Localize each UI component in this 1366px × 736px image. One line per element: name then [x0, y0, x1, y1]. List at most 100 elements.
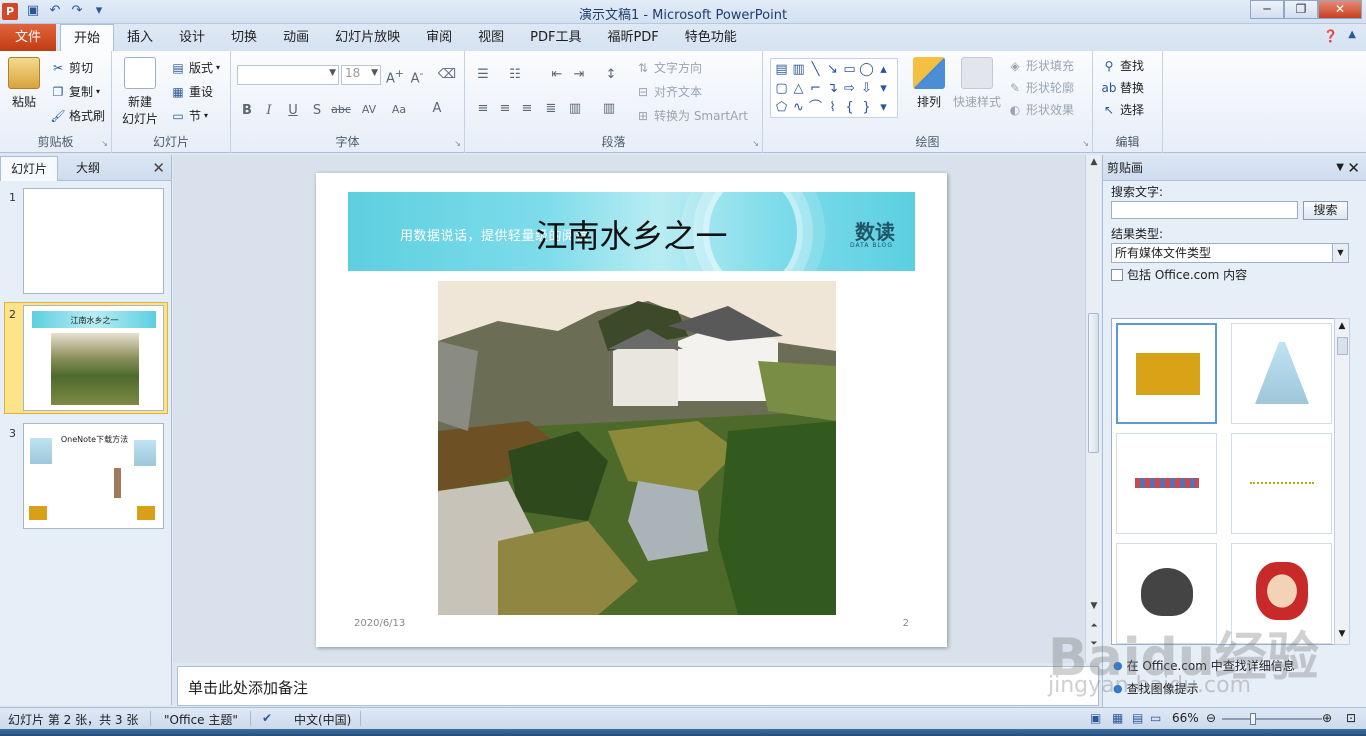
slide-thumbnail-3[interactable]: OneNote下载方法: [23, 423, 164, 529]
include-office-checkbox[interactable]: 包括 Office.com 内容: [1111, 266, 1247, 283]
rounded-rect-icon[interactable]: ▢: [773, 79, 790, 98]
shapes-gallery[interactable]: ▤ ▥ ╲ ↘ ▭ ◯ ▴ ▢ △ ⌐ ↴ ⇨ ⇩ ▾ ⬠ ∿ ⌒ ⌇{} ▾: [770, 58, 898, 118]
gallery-down-icon[interactable]: ▾: [875, 79, 892, 98]
new-slide-button[interactable]: 新建 幻灯片: [118, 57, 162, 127]
text-direction-button[interactable]: ⇅ 文字方向: [635, 59, 702, 76]
village-painting-image[interactable]: [438, 281, 836, 615]
columns-icon[interactable]: ▥: [599, 101, 619, 116]
increase-indent-icon[interactable]: ⇥: [569, 67, 589, 82]
clear-format-icon[interactable]: ⌫: [437, 67, 457, 82]
gallery-up-icon[interactable]: ▴: [875, 60, 892, 79]
tab-review[interactable]: 审阅: [413, 24, 465, 51]
slide-thumbnail-1[interactable]: [23, 188, 164, 294]
vertical-textbox-icon[interactable]: ▥: [790, 60, 807, 79]
align-text-button[interactable]: ⊟ 对齐文本: [635, 83, 702, 100]
tab-design[interactable]: 设计: [166, 24, 218, 51]
tab-transitions[interactable]: 切换: [218, 24, 270, 51]
align-right-icon[interactable]: ≡: [517, 101, 537, 116]
zoom-out-icon[interactable]: ⊖: [1206, 711, 1216, 725]
textbox-shape-icon[interactable]: ▤: [773, 60, 790, 79]
shape-effects-button[interactable]: ◐ 形状效果: [1007, 101, 1074, 118]
dialog-launcher-icon[interactable]: ↘: [101, 139, 108, 148]
section-button[interactable]: ▭ 节 ▾: [170, 107, 208, 124]
notes-pane[interactable]: 单击此处添加备注: [177, 666, 1099, 706]
theme-status[interactable]: "Office 主题": [164, 711, 238, 728]
tab-view[interactable]: 视图: [465, 24, 517, 51]
char-spacing-icon[interactable]: AV: [359, 103, 379, 116]
gallery-more-icon[interactable]: ▾: [875, 98, 892, 117]
scroll-down-icon[interactable]: ▼: [1335, 629, 1349, 639]
decrease-indent-icon[interactable]: ⇤: [547, 67, 567, 82]
right-arrow-shape-icon[interactable]: ⇨: [841, 79, 858, 98]
slide-thumbnail-2[interactable]: 江南水乡之一: [23, 305, 164, 411]
pane-options-icon[interactable]: ▼: [1336, 155, 1344, 181]
zoom-slider[interactable]: [1222, 713, 1322, 725]
dialog-launcher-icon[interactable]: ↘: [752, 139, 759, 148]
down-arrow-shape-icon[interactable]: ⇩: [858, 79, 875, 98]
convert-smartart-button[interactable]: ⊞ 转换为 SmartArt: [635, 107, 748, 124]
brace-right-icon[interactable]: }: [858, 98, 875, 117]
clip-item-santa[interactable]: [1231, 543, 1332, 644]
language-status[interactable]: 中文(中国): [294, 711, 351, 728]
distribute-icon[interactable]: ▥: [565, 101, 585, 116]
cut-button[interactable]: ✂ 剪切: [50, 59, 93, 76]
clip-item-taxi[interactable]: [1116, 323, 1217, 424]
elbow-arrow-icon[interactable]: ↴: [824, 79, 841, 98]
layout-button[interactable]: ▤ 版式 ▾: [170, 59, 220, 76]
select-button[interactable]: ↖ 选择: [1101, 101, 1144, 118]
triangle-shape-icon[interactable]: △: [790, 79, 807, 98]
help-icon[interactable]: ❓: [1323, 29, 1338, 43]
close-icon[interactable]: ✕: [152, 159, 165, 177]
find-button[interactable]: ⚲ 查找: [1101, 57, 1144, 74]
justify-icon[interactable]: ≣: [541, 101, 561, 116]
tab-home[interactable]: 开始: [60, 24, 115, 52]
slide-canvas[interactable]: 用数据说话，提供轻量级的阅读 数读 DATA BLOG 江南水乡之一 2020/…: [316, 173, 947, 647]
close-icon[interactable]: ✕: [1347, 155, 1360, 181]
bold-icon[interactable]: B: [237, 103, 257, 118]
slideshow-view-icon[interactable]: ▭: [1150, 711, 1161, 725]
slide-sorter-icon[interactable]: ▦: [1112, 711, 1123, 725]
fit-slide-icon[interactable]: ⊡: [1346, 711, 1356, 725]
scrollbar-thumb[interactable]: [1088, 313, 1099, 453]
minimize-button[interactable]: ─: [1250, 0, 1284, 19]
scrollbar-thumb[interactable]: [1337, 337, 1348, 355]
tab-pdf-tools[interactable]: PDF工具: [517, 24, 594, 51]
office-link[interactable]: ● 在 Office.com 中查找详细信息: [1113, 657, 1295, 674]
strikethrough-icon[interactable]: abc: [331, 103, 351, 116]
tab-file[interactable]: 文件: [0, 24, 56, 51]
scroll-up-icon[interactable]: ▲: [1086, 157, 1102, 167]
align-left-icon[interactable]: ≡: [473, 101, 493, 116]
shape-fill-button[interactable]: ◈ 形状填充: [1007, 57, 1074, 74]
pentagon-shape-icon[interactable]: ⬠: [773, 98, 790, 117]
clip-item-border-pattern[interactable]: [1116, 433, 1217, 534]
results-scrollbar[interactable]: ▲ ▼: [1334, 318, 1350, 645]
tab-insert[interactable]: 插入: [114, 24, 166, 51]
tab-features[interactable]: 特色功能: [672, 24, 750, 51]
line-spacing-icon[interactable]: ↕: [601, 67, 621, 82]
clip-item-football-helmet[interactable]: [1116, 543, 1217, 644]
font-size-select[interactable]: 18 ▼: [341, 65, 381, 85]
bullets-icon[interactable]: ☰: [473, 67, 493, 82]
reset-button[interactable]: ▦ 重设: [170, 83, 213, 100]
search-button[interactable]: 搜索: [1303, 201, 1348, 220]
scroll-down-icon[interactable]: ▼: [1086, 601, 1102, 611]
normal-view-icon[interactable]: ▣: [1090, 711, 1101, 725]
image-tips-link[interactable]: ● 查找图像提示: [1113, 680, 1199, 697]
zoom-slider-knob[interactable]: [1250, 713, 1256, 725]
numbering-icon[interactable]: ☷: [505, 67, 525, 82]
oval-shape-icon[interactable]: ◯: [858, 60, 875, 79]
line-shape-icon[interactable]: ╲: [807, 60, 824, 79]
shadow-icon[interactable]: S: [307, 103, 327, 118]
replace-button[interactable]: ab 替换: [1101, 79, 1145, 96]
close-button[interactable]: ✕: [1318, 0, 1362, 19]
tab-slides[interactable]: 幻灯片: [0, 156, 59, 181]
arrange-button[interactable]: 排列: [909, 57, 949, 110]
maximize-button[interactable]: ❐: [1284, 0, 1318, 19]
search-input[interactable]: [1111, 201, 1298, 219]
copy-button[interactable]: ❐ 复制 ▾: [50, 83, 100, 100]
dialog-launcher-icon[interactable]: ↘: [454, 139, 461, 148]
arc-shape-icon[interactable]: ⌒: [807, 98, 824, 117]
reading-view-icon[interactable]: ▤: [1132, 711, 1143, 725]
dialog-launcher-icon[interactable]: ↘: [1082, 139, 1089, 148]
tab-foxit-pdf[interactable]: 福昕PDF: [594, 24, 671, 51]
